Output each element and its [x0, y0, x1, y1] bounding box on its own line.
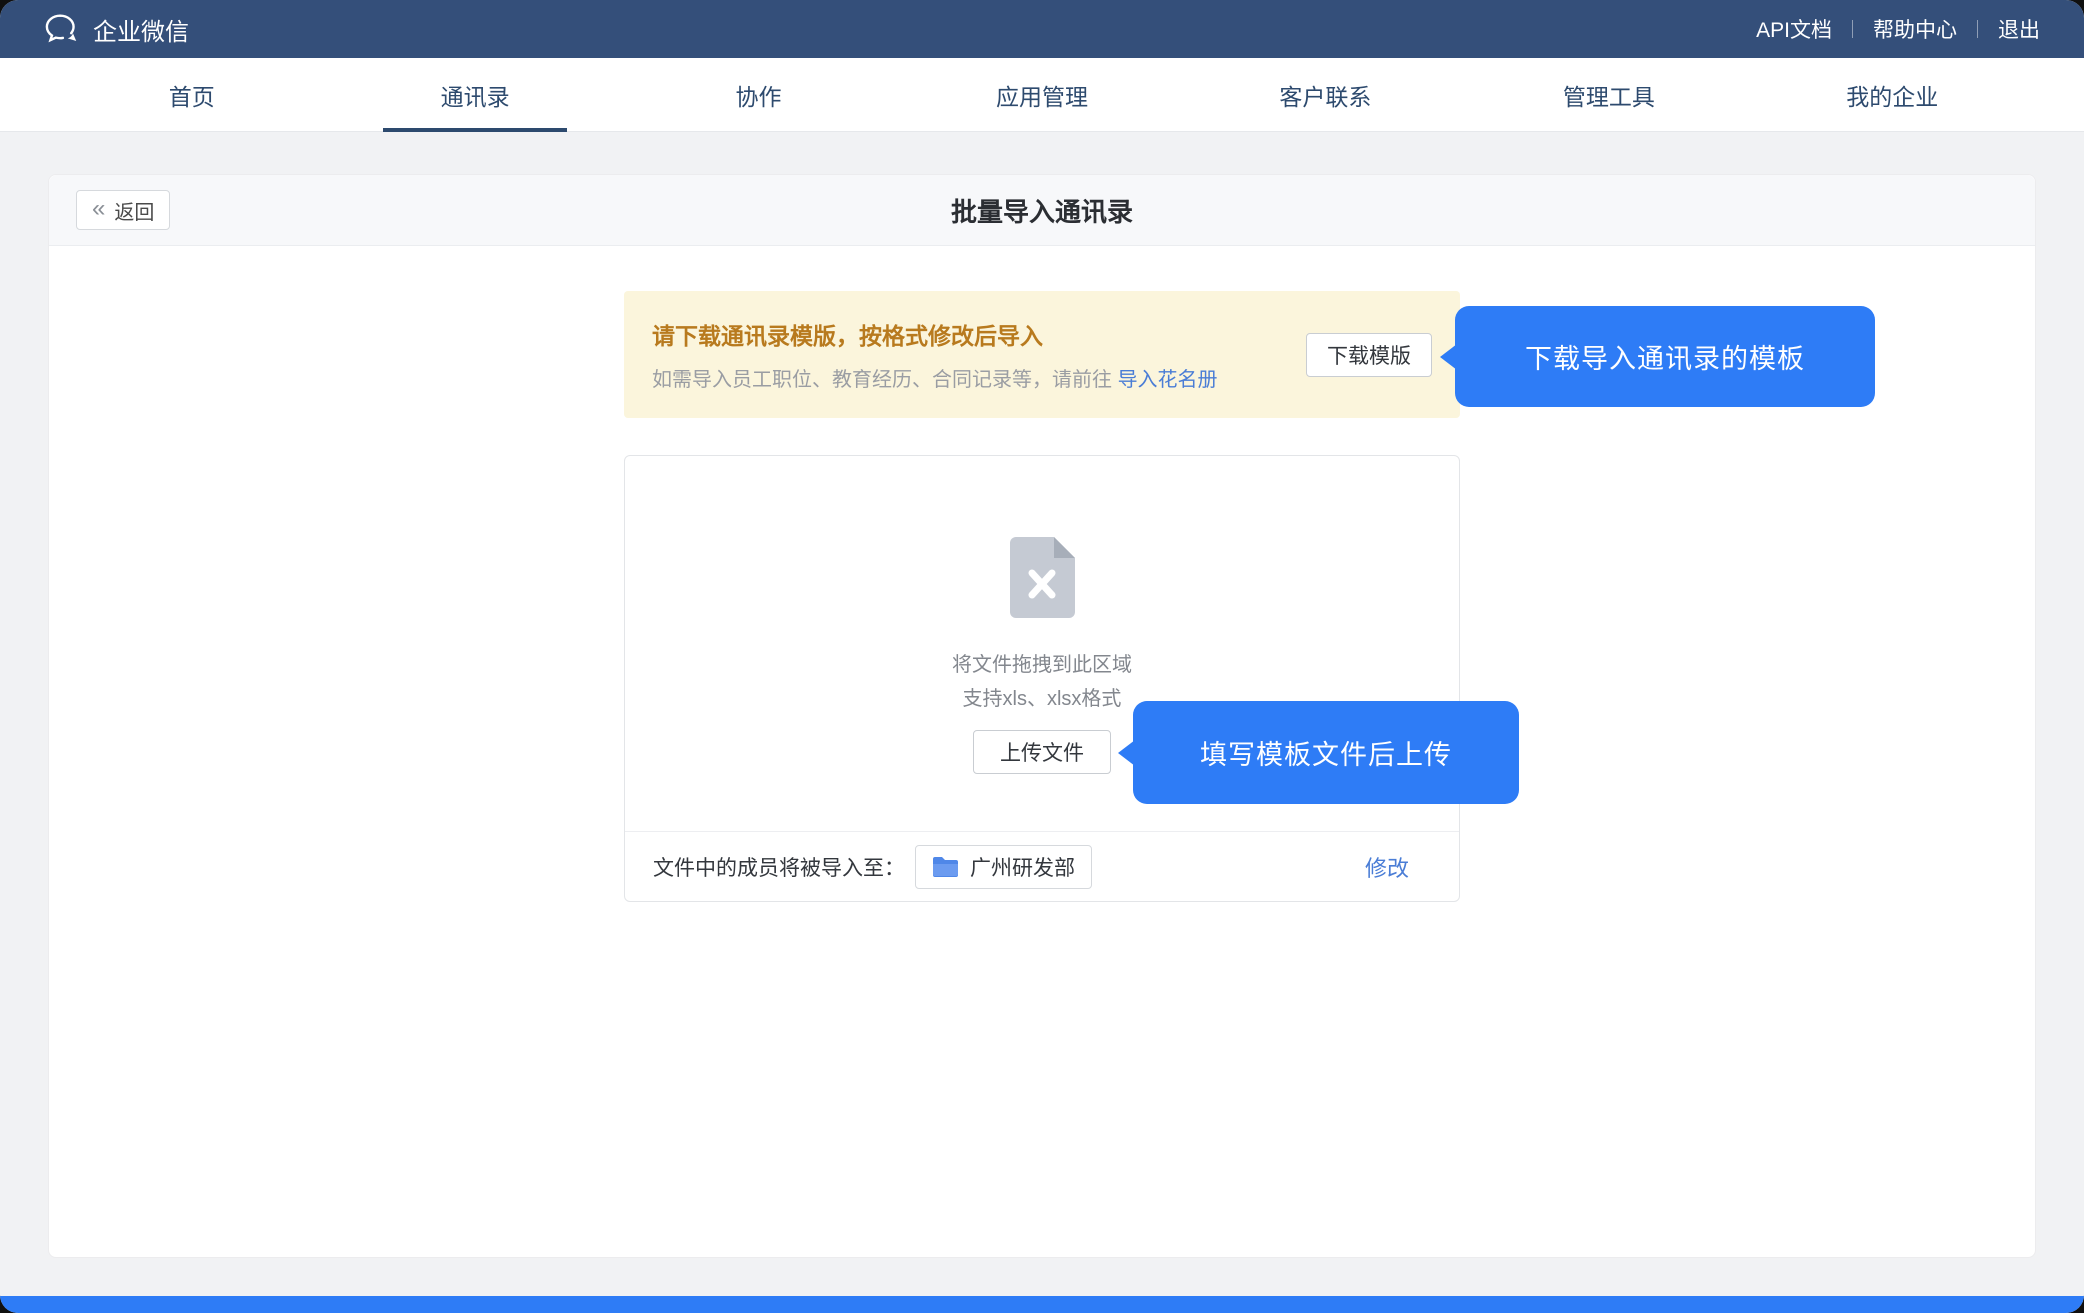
- destination-department: 广州研发部: [915, 845, 1092, 889]
- destination-label: 文件中的成员将被导入至：: [653, 852, 905, 882]
- tab-home[interactable]: 首页: [50, 58, 333, 131]
- page-title: 批量导入通讯录: [951, 192, 1133, 229]
- page-header: « 返回 批量导入通讯录: [49, 175, 2035, 246]
- separator: [1977, 20, 1978, 38]
- wecom-logo-icon: [44, 13, 80, 45]
- tab-customer-contact[interactable]: 客户联系: [1184, 58, 1467, 131]
- import-roster-link[interactable]: 导入花名册: [1118, 369, 1218, 391]
- tab-my-company[interactable]: 我的企业: [1751, 58, 2034, 131]
- download-template-button[interactable]: 下载模版: [1306, 333, 1432, 377]
- template-notice: 请下载通讯录模版，按格式修改后导入 如需导入员工职位、教育经历、合同记录等，请前…: [624, 291, 1460, 418]
- destination-department-name: 广州研发部: [970, 852, 1075, 882]
- help-center-link[interactable]: 帮助中心: [1873, 14, 1957, 44]
- upload-file-button[interactable]: 上传文件: [973, 730, 1111, 774]
- tab-contacts[interactable]: 通讯录: [333, 58, 616, 131]
- drag-hint-text: 将文件拖拽到此区域: [625, 648, 1459, 677]
- back-button-label: 返回: [114, 196, 154, 225]
- separator: [1852, 20, 1853, 38]
- notice-text: 请下载通讯录模版，按格式修改后导入 如需导入员工职位、教育经历、合同记录等，请前…: [652, 317, 1218, 392]
- upload-tip-callout: 填写模板文件后上传: [1133, 701, 1519, 804]
- notice-subtext-prefix: 如需导入员工职位、教育经历、合同记录等，请前往: [652, 369, 1118, 391]
- folder-icon: [932, 856, 959, 878]
- logout-link[interactable]: 退出: [1998, 14, 2040, 44]
- topbar: 企业微信 API文档 帮助中心 退出: [0, 0, 2084, 58]
- import-destination-row: 文件中的成员将被导入至： 广州研发部 修改: [625, 831, 1459, 901]
- modify-destination-link[interactable]: 修改: [1365, 851, 1409, 883]
- excel-file-icon: [1008, 536, 1076, 619]
- tab-management-tools[interactable]: 管理工具: [1467, 58, 1750, 131]
- back-button[interactable]: « 返回: [76, 190, 170, 230]
- download-tip-callout: 下载导入通讯录的模板: [1455, 306, 1875, 407]
- main-nav: 首页 通讯录 协作 应用管理 客户联系 管理工具 我的企业: [0, 58, 2084, 132]
- brand-name: 企业微信: [93, 12, 189, 47]
- wecom-admin-window: 企业微信 API文档 帮助中心 退出 首页 通讯录 协作 应用管理 客户联系 管…: [0, 0, 2084, 1313]
- content-area: « 返回 批量导入通讯录 请下载通讯录模版，按格式修改后导入 如需导入员工职位、…: [0, 132, 2084, 1296]
- import-card: « 返回 批量导入通讯录 请下载通讯录模版，按格式修改后导入 如需导入员工职位、…: [48, 174, 2036, 1258]
- topbar-links: API文档 帮助中心 退出: [1756, 14, 2040, 44]
- tab-collaboration[interactable]: 协作: [617, 58, 900, 131]
- file-dropzone[interactable]: 将文件拖拽到此区域 支持xls、xlsx格式 上传文件 文件中的成员将被导入至：…: [624, 455, 1460, 902]
- bottom-accent-strip: [0, 1296, 2084, 1313]
- notice-title: 请下载通讯录模版，按格式修改后导入: [652, 317, 1218, 351]
- double-left-chevron-icon: «: [92, 197, 105, 221]
- notice-subtext: 如需导入员工职位、教育经历、合同记录等，请前往 导入花名册: [652, 363, 1218, 392]
- tab-app-management[interactable]: 应用管理: [900, 58, 1183, 131]
- brand[interactable]: 企业微信: [44, 12, 189, 47]
- api-docs-link[interactable]: API文档: [1756, 14, 1832, 44]
